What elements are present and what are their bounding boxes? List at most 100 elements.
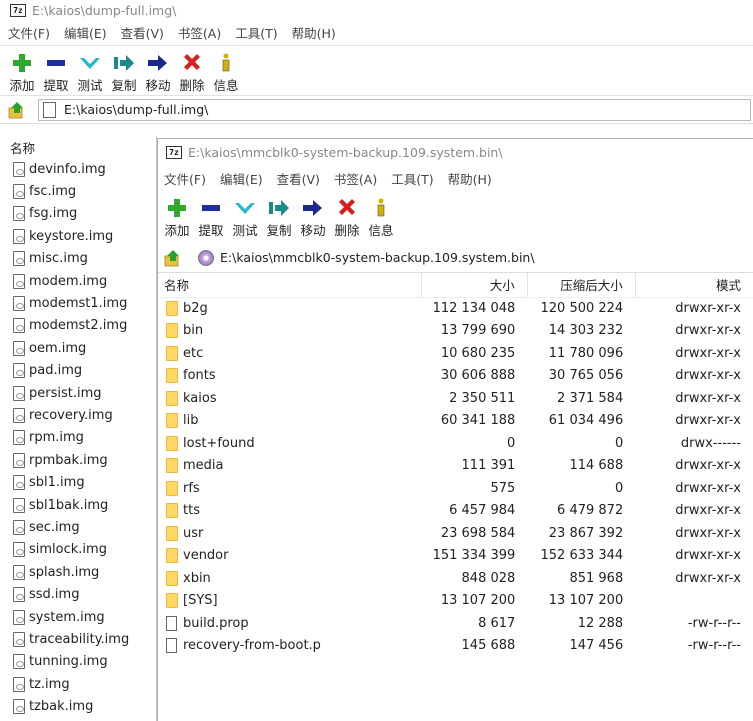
list-item[interactable]: sbl1.img [0, 471, 156, 493]
test-button[interactable]: 测试 [73, 50, 107, 94]
list-item[interactable]: sec.img [0, 516, 156, 538]
table-row[interactable]: etc 10 680 235 11 780 096 drwxr-xr-x [158, 342, 753, 365]
list-item[interactable]: oem.img [0, 337, 156, 359]
menu-help[interactable]: 帮助(H) [292, 23, 336, 42]
table-row[interactable]: fonts 30 606 888 30 765 056 drwxr-xr-x [158, 365, 753, 388]
list-item[interactable]: recovery.img [0, 404, 156, 426]
table-row[interactable]: b2g 112 134 048 120 500 224 drwxr-xr-x [158, 297, 753, 320]
cell-mode: drwxr-xr-x [675, 390, 741, 406]
folder-icon [166, 301, 178, 316]
cell-packed-size: 61 034 496 [548, 413, 624, 429]
copy-button[interactable]: 复制 [262, 195, 296, 239]
image-file-icon [13, 251, 25, 267]
menu-view[interactable]: 查看(V) [121, 23, 164, 42]
menu-file[interactable]: 文件(F) [8, 23, 50, 42]
cell-size: 848 028 [461, 570, 516, 586]
file-name: traceability.img [29, 631, 130, 647]
table-row[interactable]: build.prop 8 617 12 288 -rw-r--r-- [158, 612, 753, 635]
file-name: recovery.img [29, 407, 113, 423]
info-button[interactable]: 信息 [364, 195, 398, 239]
file-name: fsc.img [29, 184, 77, 200]
extract-button[interactable]: 提取 [194, 195, 228, 239]
list-item[interactable]: devinfo.img [0, 158, 156, 180]
table-row[interactable]: [SYS] 13 107 200 13 107 200 [158, 590, 753, 613]
extract-button[interactable]: 提取 [39, 50, 73, 94]
list-item[interactable]: modem.img [0, 270, 156, 292]
add-label: 添加 [164, 223, 190, 238]
column-header-name[interactable]: 名称 [0, 136, 156, 158]
list-item[interactable]: traceability.img [0, 628, 156, 650]
menu-bookmarks[interactable]: 书签(A) [334, 169, 377, 188]
list-item[interactable]: splash.img [0, 561, 156, 583]
cell-size: 0 [507, 435, 516, 451]
move-button[interactable]: 移动 [296, 195, 330, 239]
add-button[interactable]: 添加 [160, 195, 194, 239]
list-item[interactable]: modemst2.img [0, 315, 156, 337]
menu-bookmarks[interactable]: 书签(A) [178, 23, 221, 42]
list-item[interactable]: modemst1.img [0, 292, 156, 314]
column-header-packed-size[interactable]: 压缩后大小 [527, 273, 636, 298]
menu-edit[interactable]: 编辑(E) [220, 169, 263, 188]
folder-icon [166, 390, 178, 406]
list-item[interactable]: tz.img [0, 673, 156, 695]
image-file-icon [13, 273, 25, 289]
table-row[interactable]: lib 60 341 188 61 034 496 drwxr-xr-x [158, 410, 753, 433]
menu-file[interactable]: 文件(F) [164, 169, 206, 188]
list-item[interactable]: ssd.img [0, 583, 156, 605]
menu-help[interactable]: 帮助(H) [448, 169, 492, 188]
folder-up-icon[interactable] [8, 101, 26, 119]
cell-size: 23 698 584 [440, 525, 516, 541]
list-item[interactable]: fsc.img [0, 180, 156, 202]
inner-address-field[interactable]: E:\kaios\mmcblk0-system-backup.109.syste… [194, 247, 751, 269]
table-row[interactable]: bin 13 799 690 14 303 232 drwxr-xr-x [158, 320, 753, 343]
info-button[interactable]: 信息 [209, 50, 243, 94]
list-item[interactable]: tunning.img [0, 651, 156, 673]
table-row[interactable]: kaios 2 350 511 2 371 584 drwxr-xr-x [158, 387, 753, 410]
menu-tools[interactable]: 工具(T) [235, 23, 277, 42]
image-file-icon [13, 631, 25, 647]
folder-icon [166, 458, 178, 474]
list-item[interactable]: pad.img [0, 360, 156, 382]
outer-address-field[interactable]: E:\kaios\dump-full.img\ [38, 98, 751, 121]
list-item[interactable]: tzbak.img [0, 695, 156, 717]
table-row[interactable]: lost+found 0 0 drwx------ [158, 432, 753, 455]
list-item[interactable]: keystore.img [0, 225, 156, 247]
move-button[interactable]: 移动 [141, 50, 175, 94]
folder-icon [166, 323, 178, 339]
add-button[interactable]: 添加 [5, 50, 39, 94]
list-item[interactable]: simlock.img [0, 539, 156, 561]
column-header-mode[interactable]: 模式 [635, 273, 753, 298]
table-row[interactable]: tts 6 457 984 6 479 872 drwxr-xr-x [158, 500, 753, 523]
menu-view[interactable]: 查看(V) [277, 169, 320, 188]
list-item[interactable]: persist.img [0, 382, 156, 404]
column-header-name[interactable]: 名称 [158, 273, 422, 298]
folder-up-icon[interactable] [164, 249, 182, 267]
list-item[interactable]: system.img [0, 606, 156, 628]
delete-button[interactable]: 删除 [175, 50, 209, 94]
table-row[interactable]: recovery-from-boot.p 145 688 147 456 -rw-r-… [158, 635, 753, 658]
test-button[interactable]: 测试 [228, 195, 262, 239]
cell-name: build.prop [158, 612, 421, 635]
image-file-icon [13, 318, 25, 334]
cell-size: 151 334 399 [432, 548, 516, 564]
table-row[interactable]: rfs 575 0 drwxr-xr-x [158, 477, 753, 500]
table-row[interactable]: xbin 848 028 851 968 drwxr-xr-x [158, 567, 753, 590]
table-row[interactable]: media 111 391 114 688 drwxr-xr-x [158, 455, 753, 478]
menu-tools[interactable]: 工具(T) [391, 169, 433, 188]
list-item[interactable]: rpm.img [0, 427, 156, 449]
table-row[interactable]: vendor 151 334 399 152 633 344 drwxr-xr-x [158, 545, 753, 568]
table-row[interactable]: usr 23 698 584 23 867 392 drwxr-xr-x [158, 522, 753, 545]
cell-size: 13 107 200 [440, 593, 516, 609]
menu-edit[interactable]: 编辑(E) [64, 23, 107, 42]
cell-mode: drwxr-xr-x [675, 413, 741, 429]
list-item[interactable]: rpmbak.img [0, 449, 156, 471]
delete-button[interactable]: 删除 [330, 195, 364, 239]
list-item[interactable]: sbl1bak.img [0, 494, 156, 516]
list-item[interactable]: misc.img [0, 248, 156, 270]
list-item[interactable]: fsg.img [0, 203, 156, 225]
folder-icon [166, 503, 178, 519]
extract-label: 提取 [198, 223, 224, 238]
copy-button[interactable]: 复制 [107, 50, 141, 94]
column-header-size[interactable]: 大小 [421, 273, 528, 298]
archive-file-table: 名称 大小 压缩后大小 模式 b2g 112 134 048 120 500 224… [158, 273, 753, 657]
